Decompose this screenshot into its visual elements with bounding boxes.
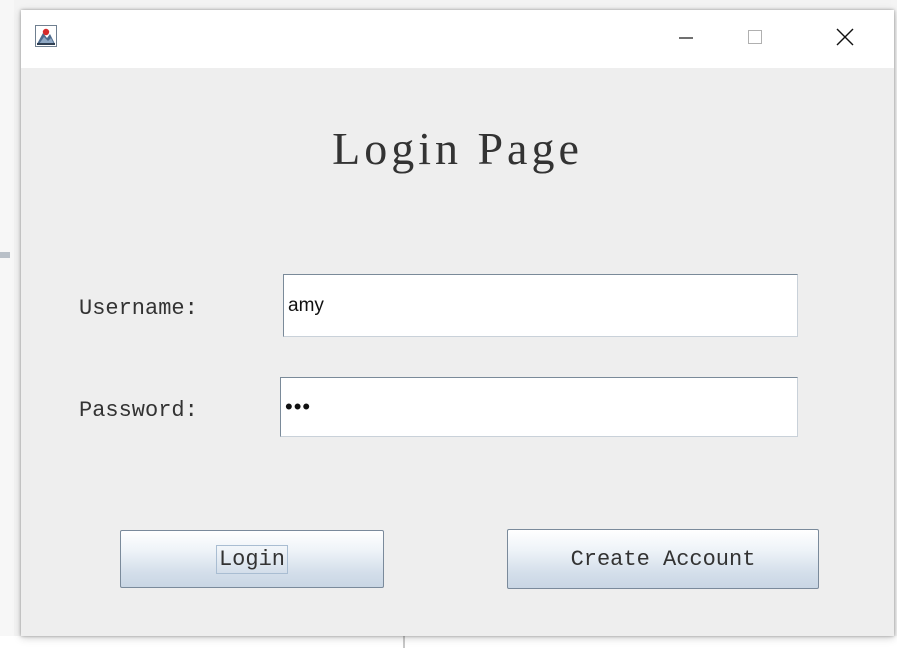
maximize-button[interactable] (726, 10, 784, 68)
background-divider (403, 636, 405, 648)
username-field[interactable]: amy (283, 274, 798, 337)
close-button[interactable] (816, 10, 874, 68)
password-field[interactable]: ••• (280, 377, 798, 437)
login-button-label: Login (215, 544, 288, 574)
create-account-button[interactable]: Create Account (507, 529, 819, 589)
create-account-button-label: Create Account (570, 546, 756, 572)
minimize-icon (677, 28, 695, 51)
minimize-button[interactable] (657, 10, 715, 68)
background-scroll-marker (0, 252, 10, 258)
close-icon (835, 27, 855, 52)
password-value: ••• (285, 394, 312, 419)
java-app-icon[interactable] (35, 25, 57, 47)
username-value: amy (288, 294, 324, 316)
login-button[interactable]: Login (120, 530, 384, 588)
password-label: Password: (79, 398, 198, 423)
page-title: Login Page (332, 123, 583, 174)
username-label: Username: (79, 296, 198, 321)
background-left-edge (0, 0, 14, 648)
login-window: Login Page Username: amy Password: ••• L… (21, 10, 894, 636)
title-bar[interactable] (21, 10, 894, 68)
background-bottom-area (0, 636, 897, 648)
maximize-icon (746, 28, 764, 51)
